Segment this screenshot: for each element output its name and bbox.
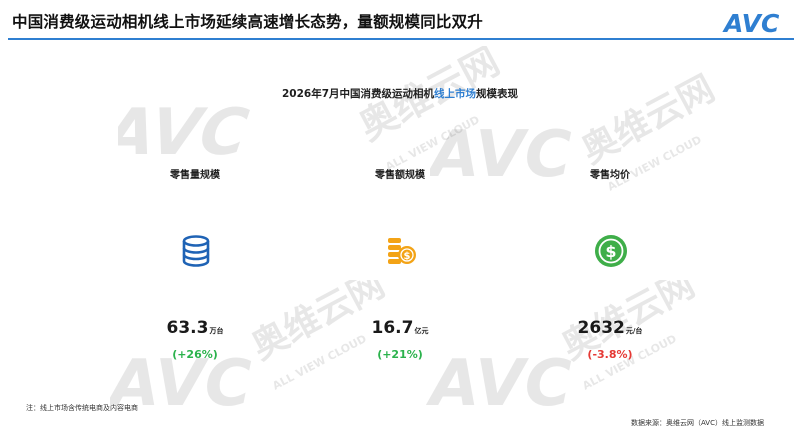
data-source: 数据来源：奥维云网（AVC）线上监测数据 [630,419,764,427]
metric-value: 2632元/台 [500,318,720,338]
dollar-icon: $ [595,235,627,267]
metric-label: 零售均价 [590,170,630,181]
metric-value: 16.7亿元 [290,318,510,338]
metric-unit: 万台 [209,327,224,335]
metric-label: 零售量规模 [170,170,220,181]
footnote: 注：线上市场含传统电商及内容电商 [26,404,138,412]
metric-label: 零售额规模 [375,170,425,181]
metric-unit: 亿元 [414,327,429,335]
metric-unit: 元/台 [625,327,643,335]
database-icon [182,235,210,267]
metric-number: 63.3 [166,318,209,338]
avc-logo: AVC [722,9,780,38]
coins-icon: $ [388,238,416,264]
svg-text:$: $ [605,242,616,261]
metric-change: (+26%) [172,348,218,361]
metric-change: (+21%) [377,348,423,361]
metric-average-price: 零售均价 $ 2632元/台 (-3.8%) [500,0,720,440]
metric-retail-volume: 零售量规模 63.3万台 (+26%) [85,0,305,440]
metric-retail-amount: 零售额规模 $ 16.7亿元 (+21%) [290,0,510,440]
metric-value: 63.3万台 [85,318,305,338]
metric-number: 2632 [577,318,625,338]
metric-change: (-3.8%) [587,348,633,361]
svg-text:$: $ [404,251,411,262]
metric-number: 16.7 [371,318,414,338]
svg-text:AVC: AVC [722,9,780,38]
